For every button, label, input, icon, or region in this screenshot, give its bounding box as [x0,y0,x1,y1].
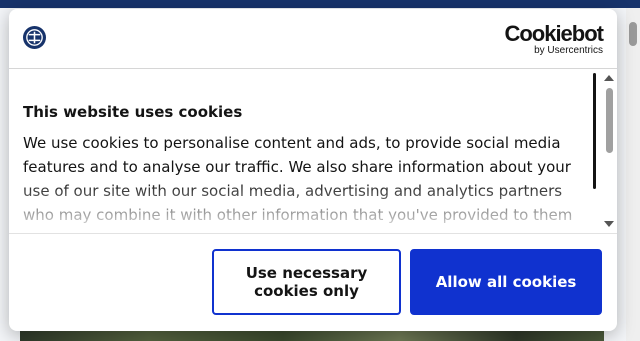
allow-all-cookies-button[interactable]: Allow all cookies [410,249,602,315]
chevron-down-icon[interactable] [604,221,614,227]
content-fade-overlay [23,181,588,232]
cookie-description-panel: This website uses cookies We use cookies… [23,69,588,232]
chevron-up-icon[interactable] [604,75,614,81]
content-scroll-indicator [593,73,596,189]
dialog-title: This website uses cookies [23,103,243,121]
cookie-consent-dialog: Cookiebot by Usercentrics This website u… [9,9,617,331]
dialog-footer: Use necessary cookies only Allow all coo… [9,233,617,331]
use-necessary-cookies-button[interactable]: Use necessary cookies only [212,249,401,315]
page-scrollbar[interactable] [626,8,640,341]
content-scrollbar-thumb[interactable] [606,88,613,153]
content-scrollbar[interactable] [604,71,616,231]
page-header-bar [0,0,640,8]
site-logo-icon [23,26,46,49]
cookiebot-logo[interactable]: Cookiebot by Usercentrics [504,21,604,57]
dialog-header: Cookiebot by Usercentrics [9,9,617,69]
page-scrollbar-thumb[interactable] [629,22,637,46]
cookiebot-logo-word: Cookiebot [504,21,604,46]
cookiebot-logo-sub: by Usercentrics [534,45,603,56]
